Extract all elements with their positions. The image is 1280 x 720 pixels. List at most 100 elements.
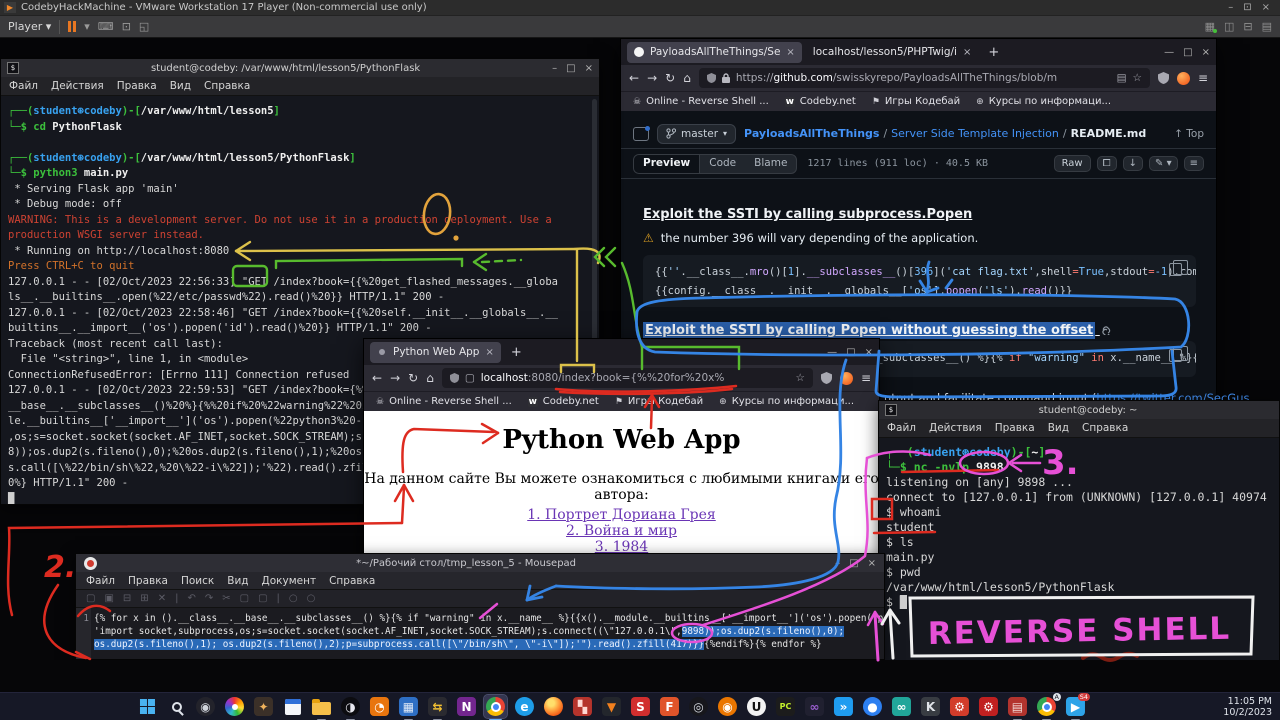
terminal-titlebar[interactable]: $ student@codeby: ~ [879, 401, 1279, 419]
maximize-button[interactable]: □ [1183, 47, 1192, 58]
onenote-icon[interactable]: N [455, 695, 478, 718]
tab-blame[interactable]: Blame [745, 155, 796, 173]
menu-item-Справка[interactable]: Справка [1082, 422, 1128, 434]
toolbar-icon[interactable]: | [175, 593, 178, 604]
genie-app-icon[interactable]: ✦ [252, 695, 275, 718]
close-button[interactable]: × [868, 558, 876, 569]
close-button[interactable]: × [865, 347, 873, 358]
toolbar-icon[interactable]: ○ [307, 593, 316, 604]
menu-item-Вид[interactable]: Вид [1048, 422, 1069, 434]
copy-icon[interactable] [1169, 263, 1182, 276]
menu-item-Файл[interactable]: Файл [9, 80, 38, 92]
network-adapter-icon[interactable]: ▦ [1205, 20, 1215, 33]
protections-shield-icon[interactable] [821, 372, 832, 384]
maximize-button[interactable]: □ [566, 63, 575, 74]
unreal-icon[interactable]: U [745, 695, 768, 718]
menu-item-Поиск[interactable]: Поиск [181, 575, 214, 587]
player-menu[interactable]: Player ▾ [8, 20, 51, 33]
pause-dropdown[interactable]: ▾ [84, 20, 90, 33]
toolbar-icon[interactable]: ↷ [205, 593, 213, 604]
arrows-app-icon[interactable]: ⇆ [426, 695, 449, 718]
start-button[interactable] [136, 695, 159, 718]
toolbar-icon[interactable]: ▢ [86, 593, 95, 604]
back-button[interactable]: ← [629, 71, 639, 85]
toolbar-icon[interactable]: ✂ [222, 593, 230, 604]
tab-close-icon[interactable]: × [963, 47, 971, 58]
close-button[interactable]: × [585, 63, 593, 74]
heading-subprocess-popen[interactable]: Exploit the SSTI by calling subprocess.P… [643, 207, 972, 222]
home-button[interactable]: ⌂ [683, 71, 691, 85]
firefox-account-icon[interactable] [840, 372, 853, 385]
minimize-button[interactable]: – [835, 558, 840, 569]
reader-view-icon[interactable]: ▤ [1117, 72, 1127, 84]
bird-app-icon[interactable]: ▶S4 [1064, 695, 1087, 718]
minimize-button[interactable]: – [1228, 2, 1233, 13]
tab-preview[interactable]: Preview [634, 155, 700, 173]
maximize-button[interactable]: □ [846, 347, 855, 358]
bookmark-flag[interactable]: ⚑Игры Кодебай [615, 396, 703, 407]
bookmark-codeby[interactable]: wCodeby.net [785, 96, 856, 107]
book-link-2[interactable]: 2. Война и мир [364, 523, 879, 539]
tab-close-icon[interactable]: × [786, 47, 794, 58]
carrot-app-icon[interactable]: ▼ [600, 695, 623, 718]
blender-icon[interactable]: ◉ [716, 695, 739, 718]
menu-item-Вид[interactable]: Вид [227, 575, 248, 587]
toolbar-icon[interactable]: ⊞ [140, 593, 148, 604]
s-app-icon[interactable]: S [629, 695, 652, 718]
reload-button[interactable]: ↻ [408, 371, 418, 385]
editor-text[interactable]: {% for x in ().__class__.__base__.__subc… [91, 608, 884, 659]
toolbar-icon[interactable]: ▢ [240, 593, 249, 604]
tab-close-icon[interactable]: × [485, 347, 493, 358]
kali-app-icon[interactable]: K [919, 695, 942, 718]
tab-payloadsallthethings[interactable]: PayloadsAllTheThings/Se × [627, 42, 802, 63]
color-wheel-app-icon[interactable] [223, 695, 246, 718]
copy-raw-icon[interactable]: ⧠ [1097, 156, 1117, 171]
host-clock[interactable]: 11:05 PM 10/2/2023 [1223, 693, 1272, 720]
teal-app-icon[interactable]: ∞ [890, 695, 913, 718]
search-icon[interactable] [165, 695, 188, 718]
edge-icon[interactable]: e [513, 695, 536, 718]
close-button[interactable]: × [1262, 2, 1270, 13]
toolbar-icon[interactable]: ✕ [158, 593, 166, 604]
calendar-app-icon[interactable] [281, 695, 304, 718]
printer-icon[interactable]: ▤ [1262, 20, 1272, 33]
reload-button[interactable]: ↻ [665, 71, 675, 85]
tab-code[interactable]: Code [700, 155, 745, 173]
f-book-app-icon[interactable]: F [658, 695, 681, 718]
code-block-subclasses[interactable]: {{''.__class__.mro()[1].__subclasses__()… [643, 255, 1196, 307]
toolbar-icon[interactable]: ⊟ [123, 593, 131, 604]
clock-app-icon[interactable]: ◔ [368, 695, 391, 718]
visual-studio-icon[interactable]: ∞ [803, 695, 826, 718]
minimize-button[interactable]: — [1164, 47, 1174, 58]
menu-item-Правка[interactable]: Правка [117, 80, 157, 92]
minimize-button[interactable]: — [827, 347, 837, 358]
vscode-icon[interactable]: » [832, 695, 855, 718]
disk-icon[interactable]: ◫ [1224, 20, 1234, 33]
unity-icon[interactable]: ◱ [139, 20, 149, 33]
firefox-icon[interactable] [542, 695, 565, 718]
menu-item-Вид[interactable]: Вид [170, 80, 191, 92]
terminal-output[interactable]: ┌──(student⊛codeby)-[~]└─$ nc -nvlp 9898… [879, 438, 1279, 660]
chrome-a-icon[interactable]: A [1035, 695, 1058, 718]
gauge-app-icon[interactable]: ◉ [194, 695, 217, 718]
menu-item-Справка[interactable]: Справка [204, 80, 250, 92]
mousepad-editor[interactable]: 1 {% for x in ().__class__.__base__.__su… [76, 608, 884, 659]
red-gear-app-icon[interactable]: ⚙ [948, 695, 971, 718]
back-button[interactable]: ← [372, 371, 382, 385]
bookmark-codeby[interactable]: wCodeby.net [528, 396, 599, 407]
breadcrumb-repo[interactable]: PayloadsAllTheThings [744, 127, 879, 140]
cabinet-app-icon[interactable]: ▤ [1006, 695, 1029, 718]
maximize-button[interactable]: ⊡ [1243, 2, 1251, 13]
red-tool-app-icon[interactable]: ▚ [571, 695, 594, 718]
tab-python-web-app[interactable]: Python Web App × [370, 342, 501, 363]
branch-selector[interactable]: master ▾ [657, 124, 736, 144]
download-icon[interactable]: ↓ [1123, 156, 1143, 171]
forward-button[interactable]: → [647, 71, 657, 85]
home-button[interactable]: ⌂ [426, 371, 434, 385]
bookmark-skull[interactable]: ☠Online - Reverse Shell ... [633, 96, 769, 107]
pin-app-icon[interactable]: ● [861, 695, 884, 718]
copy-icon[interactable] [1169, 349, 1182, 362]
menu-item-Файл[interactable]: Файл [86, 575, 115, 587]
menu-item-Справка[interactable]: Справка [329, 575, 375, 587]
outline-icon[interactable]: ≡ [1184, 156, 1204, 171]
